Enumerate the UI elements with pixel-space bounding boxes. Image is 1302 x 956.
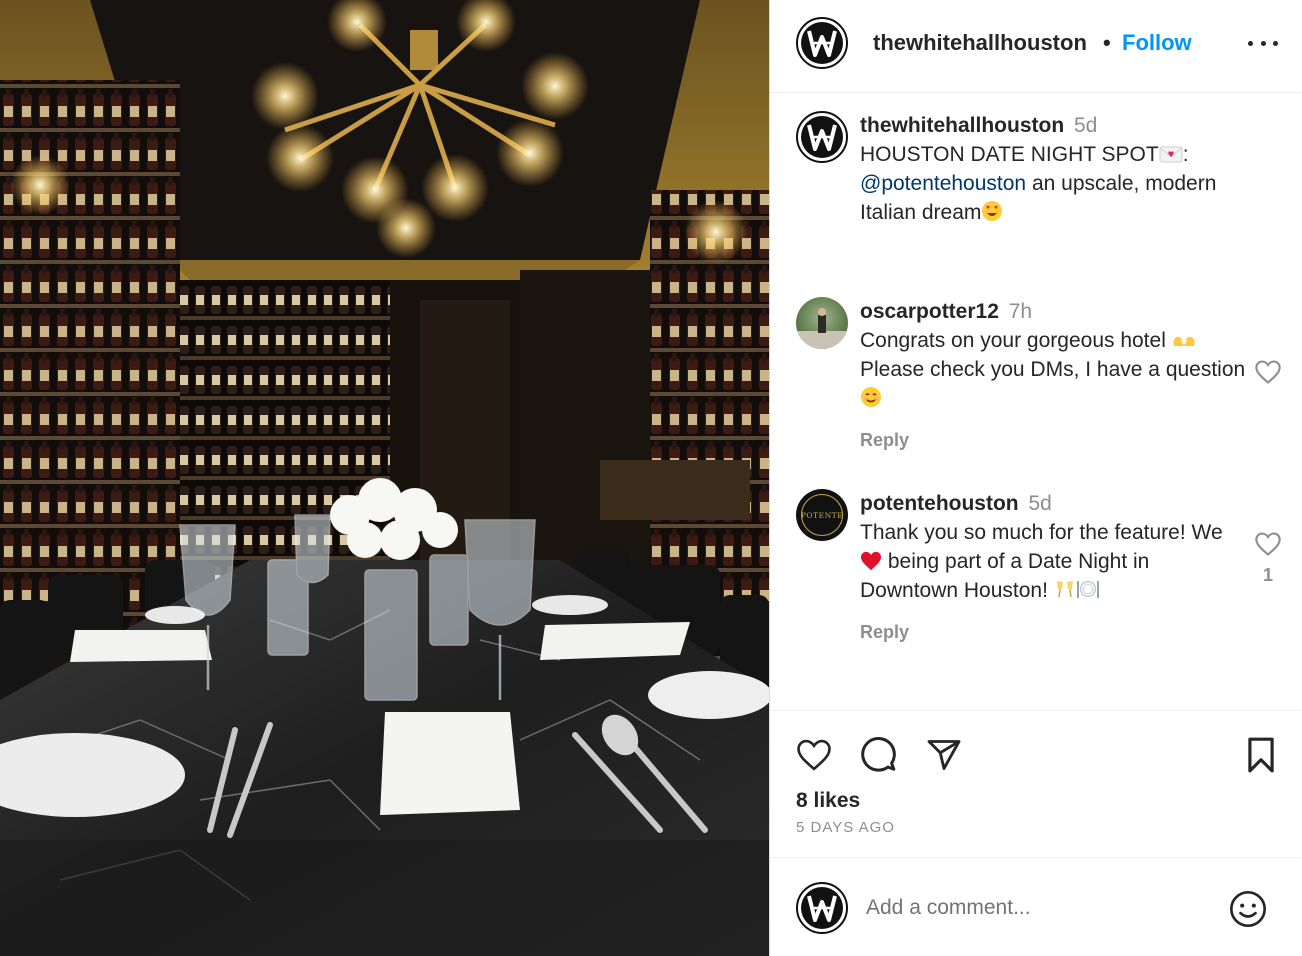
action-bar: 8 likes 5 DAYS AGO [770, 710, 1302, 857]
follow-button[interactable]: Follow [1122, 30, 1192, 56]
comment-time[interactable]: 7h [1009, 300, 1032, 323]
caption-avatar[interactable] [796, 111, 848, 163]
red-heart-emoji-icon [861, 551, 881, 571]
whitehall-logo-icon [801, 887, 843, 929]
love-letter-icon [1159, 146, 1183, 163]
share-icon[interactable] [924, 735, 964, 775]
commenter-avatar[interactable]: POTENTE [796, 489, 848, 541]
clinking-glasses-emoji-icon [1056, 581, 1073, 598]
comment-time[interactable]: 5d [1028, 492, 1051, 515]
comment-icon[interactable] [858, 735, 898, 775]
comment-body-a: Congrats on your gorgeous hotel [860, 329, 1172, 352]
comment-body-b: Please check you DMs, I have a question [860, 358, 1246, 381]
comment-like-count: 1 [1262, 565, 1273, 585]
comment-body-b: being part of a Date Night in Downtown H… [860, 550, 1150, 602]
comment-username[interactable]: oscarpotter12 [860, 300, 999, 323]
heart-hands-emoji-icon [1173, 336, 1195, 346]
comment-input[interactable] [866, 890, 1216, 926]
like-icon[interactable] [794, 735, 834, 775]
author-avatar[interactable] [796, 17, 848, 69]
header-separator: • [1103, 30, 1111, 55]
caption-text: thewhitehallhouston 5d HOUSTON DATE NIGH… [860, 111, 1250, 227]
viewer-avatar[interactable] [796, 882, 848, 934]
comment-text: oscarpotter12 7h Congrats on your gorgeo… [860, 297, 1250, 413]
plate-cutlery-emoji-icon [1076, 581, 1099, 598]
commenter-avatar[interactable] [796, 297, 848, 349]
comment-text: potentehouston 5d Thank you so much for … [860, 489, 1250, 605]
author-username[interactable]: thewhitehallhouston [873, 30, 1087, 56]
caption-line1: HOUSTON DATE NIGHT SPOT [860, 143, 1159, 166]
comment-username[interactable]: potentehouston [860, 492, 1019, 515]
emoji-picker-icon[interactable] [1228, 889, 1268, 929]
post-image[interactable] [0, 0, 769, 956]
smiling-emoji-icon [861, 387, 881, 407]
likes-count[interactable]: 8 likes [796, 789, 860, 813]
post-header: thewhitehallhouston • Follow [770, 0, 1302, 93]
caption-line1-end: : [1182, 143, 1189, 166]
reply-button[interactable]: Reply [860, 622, 909, 643]
whitehall-logo-icon [801, 22, 843, 64]
reply-button[interactable]: Reply [860, 430, 909, 451]
comment-like-icon[interactable] [1254, 359, 1282, 385]
more-options-icon[interactable] [1248, 28, 1278, 58]
caption-mention-link[interactable]: @potentehouston [860, 172, 1026, 195]
potente-logo: POTENTE [801, 494, 843, 536]
whitehall-logo-icon [801, 116, 843, 158]
comment-body-a: Thank you so much for the feature! We [860, 521, 1223, 544]
add-comment-bar [770, 857, 1302, 956]
caption-time[interactable]: 5d [1074, 114, 1097, 137]
caption-username[interactable]: thewhitehallhouston [860, 114, 1064, 137]
post-date: 5 DAYS AGO [796, 819, 895, 836]
person-photo-icon [796, 308, 848, 349]
save-bookmark-icon[interactable] [1241, 735, 1281, 775]
post-panel: thewhitehallhouston • Follow thewhitehal… [769, 0, 1302, 956]
heart-eyes-emoji-icon [982, 201, 1003, 221]
comments-section[interactable]: thewhitehallhouston 5d HOUSTON DATE NIGH… [770, 93, 1302, 710]
comment-like-icon[interactable] [1254, 531, 1282, 557]
